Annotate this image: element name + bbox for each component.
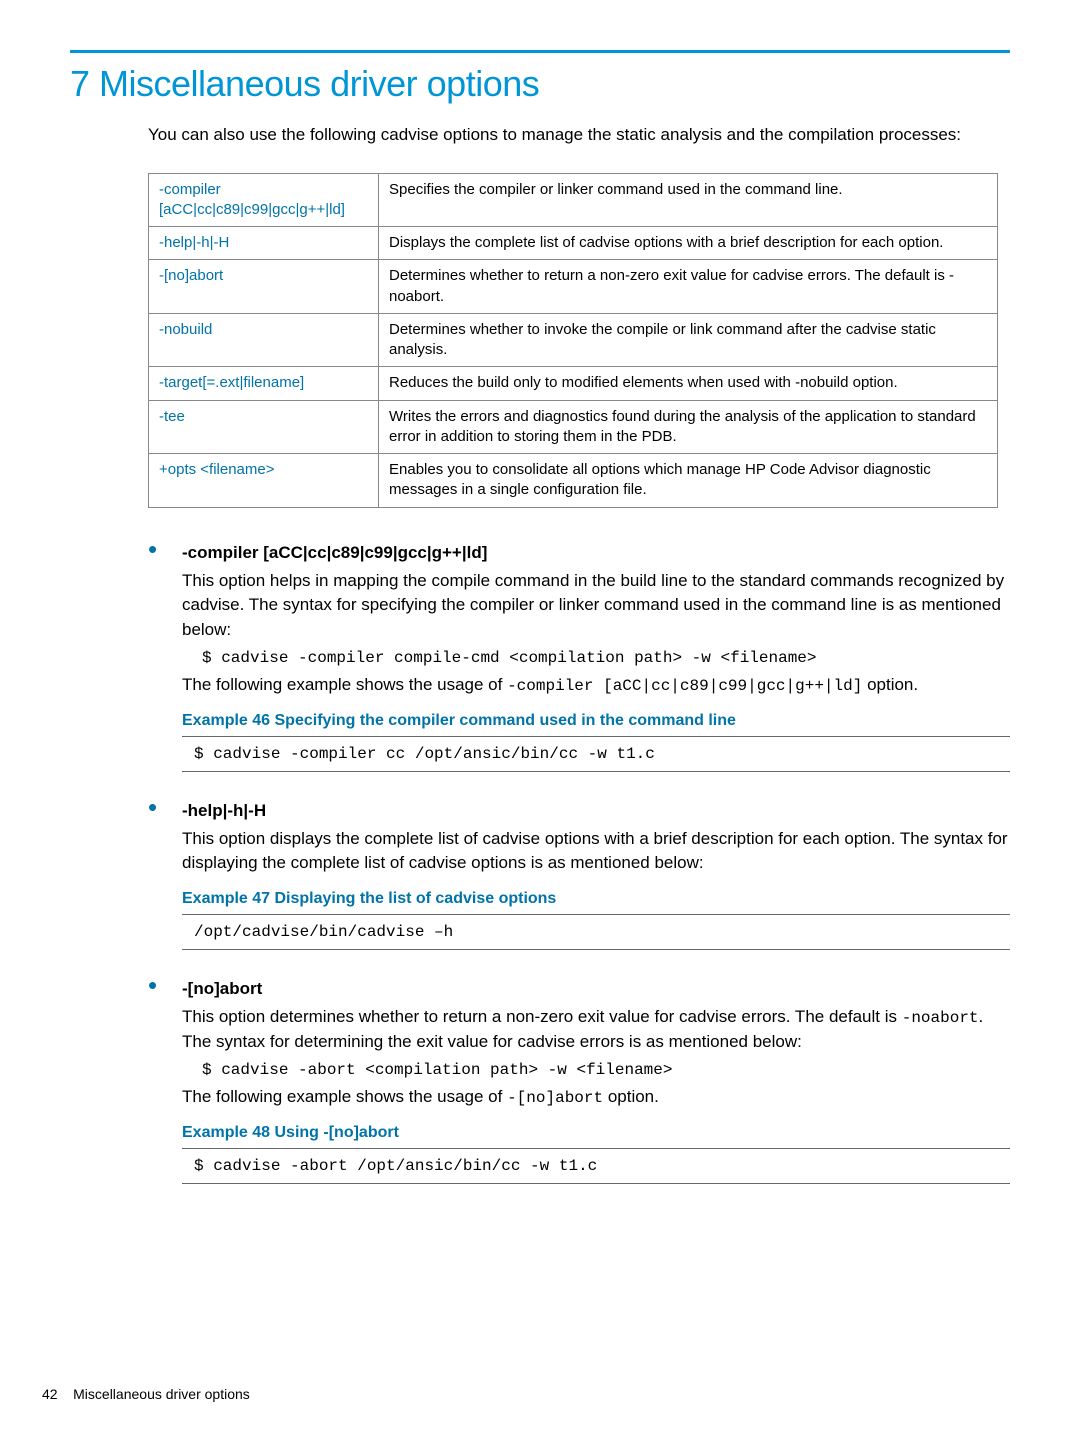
opt-cell: -compiler [aCC|cc|c89|c99|gcc|g++|ld] (149, 173, 379, 227)
desc-cell: Specifies the compiler or linker command… (379, 173, 998, 227)
top-rule (70, 50, 1010, 53)
code-syntax: $ cadvise -compiler compile-cmd <compila… (202, 649, 1010, 667)
section-title: -compiler [aCC|cc|c89|c99|gcc|g++|ld] (182, 543, 487, 563)
desc-cell: Determines whether to return a non-zero … (379, 260, 998, 314)
example-heading: Example 46 Specifying the compiler comma… (182, 712, 1010, 730)
table-row: -teeWrites the errors and diagnostics fo… (149, 400, 998, 454)
section-title: -help|-h|-H (182, 801, 266, 821)
desc-cell: Reduces the build only to modified eleme… (379, 367, 998, 400)
opt-cell: -help|-h|-H (149, 227, 379, 260)
section-title: -[no]abort (182, 979, 262, 999)
inline-code: -[no]abort (507, 1089, 603, 1107)
example-code: $ cadvise -abort /opt/ansic/bin/cc -w t1… (182, 1148, 1010, 1184)
text-frag: option. (862, 675, 918, 694)
table-row: -[no]abortDetermines whether to return a… (149, 260, 998, 314)
desc-cell: Enables you to consolidate all options w… (379, 454, 998, 508)
opt-cell: -target[=.ext|filename] (149, 367, 379, 400)
opt-cell: -nobuild (149, 313, 379, 367)
options-table: -compiler [aCC|cc|c89|c99|gcc|g++|ld]Spe… (148, 173, 998, 508)
inline-code: -noabort (902, 1009, 979, 1027)
section-compiler: • -compiler [aCC|cc|c89|c99|gcc|g++|ld] … (148, 536, 1010, 772)
section-body-2: The following example shows the usage of… (182, 1085, 1010, 1110)
example-heading: Example 47 Displaying the list of cadvis… (182, 890, 1010, 908)
section-noabort: • -[no]abort This option determines whet… (148, 972, 1010, 1184)
page-heading: 7 Miscellaneous driver options (70, 63, 1010, 105)
example-code: /opt/cadvise/bin/cadvise –h (182, 914, 1010, 950)
text-frag: option. (603, 1087, 659, 1106)
table-row: -help|-h|-HDisplays the complete list of… (149, 227, 998, 260)
section-body-2: The following example shows the usage of… (182, 673, 1010, 698)
inline-code: -compiler [aCC|cc|c89|c99|gcc|g++|ld] (507, 677, 862, 695)
text-frag: This option determines whether to return… (182, 1007, 902, 1026)
example-code: $ cadvise -compiler cc /opt/ansic/bin/cc… (182, 736, 1010, 772)
text-frag: The following example shows the usage of (182, 1087, 507, 1106)
text-frag: The following example shows the usage of (182, 675, 507, 694)
desc-cell: Writes the errors and diagnostics found … (379, 400, 998, 454)
bullet-icon: • (148, 794, 182, 820)
desc-cell: Determines whether to invoke the compile… (379, 313, 998, 367)
section-help: • -help|-h|-H This option displays the c… (148, 794, 1010, 950)
section-body: This option determines whether to return… (182, 1005, 1010, 1055)
opt-cell: -tee (149, 400, 379, 454)
table-row: -nobuildDetermines whether to invoke the… (149, 313, 998, 367)
section-body: This option helps in mapping the compile… (182, 569, 1010, 643)
table-row: +opts <filename>Enables you to consolida… (149, 454, 998, 508)
code-syntax: $ cadvise -abort <compilation path> -w <… (202, 1061, 1010, 1079)
desc-cell: Displays the complete list of cadvise op… (379, 227, 998, 260)
page-footer: 42 Miscellaneous driver options (42, 1386, 250, 1402)
bullet-icon: • (148, 536, 182, 562)
example-heading: Example 48 Using -[no]abort (182, 1124, 1010, 1142)
intro-text: You can also use the following cadvise o… (148, 123, 1010, 148)
opt-cell: -[no]abort (149, 260, 379, 314)
footer-label: Miscellaneous driver options (73, 1386, 250, 1402)
table-row: -target[=.ext|filename]Reduces the build… (149, 367, 998, 400)
bullet-icon: • (148, 972, 182, 998)
table-row: -compiler [aCC|cc|c89|c99|gcc|g++|ld]Spe… (149, 173, 998, 227)
opt-cell: +opts <filename> (149, 454, 379, 508)
page-number: 42 (42, 1386, 58, 1402)
section-body: This option displays the complete list o… (182, 827, 1010, 876)
